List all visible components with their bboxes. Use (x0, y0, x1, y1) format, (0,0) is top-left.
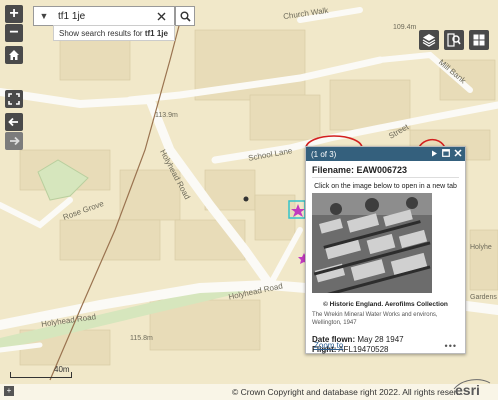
layers-icon (422, 34, 436, 47)
search-widget: ▼ (33, 6, 175, 26)
attribution-bar: © Crown Copyright and database right 202… (0, 384, 498, 400)
feature-popup: (1 of 3) Filename: EAW006723 Click on th… (305, 146, 466, 354)
suggestion-prefix: Show search results for (59, 29, 145, 38)
query-button[interactable] (444, 30, 464, 50)
popup-close-button[interactable] (454, 149, 462, 159)
grid-icon (473, 34, 485, 46)
close-icon (454, 149, 462, 157)
clear-search-button[interactable] (154, 8, 168, 24)
arrow-right-icon (10, 136, 20, 146)
popup-next-button[interactable] (431, 150, 438, 159)
search-source-dropdown[interactable]: ▼ (34, 7, 54, 25)
photo-caption: The Wrekin Mineral Water Works and envir… (312, 312, 438, 326)
attribution-text: © Crown Copyright and database right 202… (232, 387, 464, 397)
suggestion-term: tf1 1je (144, 29, 168, 38)
fullscreen-button[interactable] (5, 90, 23, 108)
home-button[interactable] (5, 46, 23, 64)
play-icon (432, 150, 437, 156)
basemap-gallery-button[interactable] (469, 30, 489, 50)
zoom-to-link[interactable]: Zoom to (314, 341, 343, 350)
flight-value: AFL19470528 (338, 345, 389, 354)
layer-list-button[interactable] (419, 30, 439, 50)
query-search-icon (447, 33, 461, 47)
elevation-label: 113.9m (155, 112, 178, 119)
elevation-label: 115.8m (130, 335, 153, 342)
search-suggestion[interactable]: Show search results for tf1 1je (53, 25, 175, 41)
scale-bar (10, 372, 72, 378)
photo-credit: © Historic England. Aerofilms Collection (323, 301, 448, 308)
previous-extent-button[interactable] (5, 113, 23, 131)
popup-counter: (1 of 3) (311, 149, 337, 159)
popup-header: (1 of 3) (306, 147, 465, 161)
search-icon (180, 11, 191, 22)
expand-attribution-button[interactable]: + (4, 386, 14, 396)
close-icon (157, 12, 165, 20)
street-label-gardens-partial: Gardens (470, 294, 497, 301)
arrow-left-icon (8, 117, 18, 127)
more-actions-button[interactable]: ••• (445, 341, 457, 351)
search-input[interactable] (54, 8, 154, 24)
home-icon (9, 50, 19, 60)
popup-title: Filename: EAW006723 (312, 165, 459, 178)
maximize-icon (442, 149, 450, 157)
popup-maximize-button[interactable] (442, 149, 450, 159)
search-button[interactable] (175, 6, 195, 26)
next-extent-button[interactable] (5, 132, 23, 150)
popup-instruction: Click on the image below to open in a ne… (314, 183, 457, 190)
esri-logo: esri (453, 379, 491, 397)
elevation-label: 109.4m (393, 24, 417, 31)
date-flown-value: May 28 1947 (357, 335, 404, 344)
fullscreen-icon (8, 93, 20, 105)
street-label-holyhead-partial: Holyhe (470, 244, 492, 251)
zoom-out-button[interactable]: − (5, 24, 23, 42)
esri-logo-text: esri (455, 382, 480, 397)
aerial-photo-image[interactable] (312, 193, 432, 300)
zoom-in-button[interactable]: + (5, 5, 23, 23)
